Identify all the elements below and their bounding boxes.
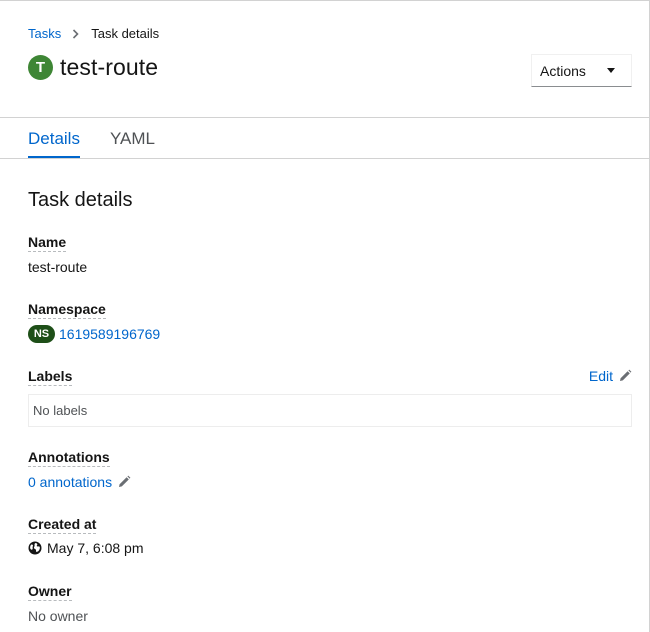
name-label: Name [28,234,67,252]
globe-icon [28,541,42,555]
created-at-value: May 7, 6:08 pm [28,540,144,556]
breadcrumb-tasks-link[interactable]: Tasks [28,26,61,41]
caret-down-icon [607,68,615,73]
tabs: Details YAML [28,118,185,159]
owner-label: Owner [28,583,72,601]
created-at-label: Created at [28,516,97,534]
annotations-label: Annotations [28,449,110,467]
name-value: test-route [28,259,88,275]
breadcrumb-current: Task details [91,26,160,41]
namespace-link[interactable]: 1619589196769 [59,326,160,342]
tabs-divider [0,158,650,159]
namespace-label: Namespace [28,301,106,319]
namespace-value: NS 1619589196769 [28,325,160,343]
owner-value: No owner [28,608,88,624]
page-header: T test-route [28,54,158,81]
actions-label: Actions [540,62,586,79]
page-title: test-route [60,54,159,80]
tab-yaml[interactable]: YAML [110,118,155,159]
namespace-badge: NS [28,325,55,343]
section-title: Task details [28,189,133,211]
edit-labels-text: Edit [588,368,613,384]
created-at-text: May 7, 6:08 pm [47,540,144,556]
pencil-icon [618,369,632,383]
no-labels-text: No labels [33,403,88,418]
pencil-icon[interactable] [117,475,131,489]
chevron-right-icon [72,28,79,39]
breadcrumb: Tasks Task details [28,26,159,41]
top-border [0,0,650,1]
actions-dropdown-button[interactable]: Actions [531,54,632,87]
labels-label: Labels [28,368,73,386]
labels-box: No labels [28,394,632,427]
tab-details[interactable]: Details [28,118,80,159]
task-resource-badge: T [28,55,53,80]
annotations-value: 0 annotations [28,474,131,490]
annotations-link[interactable]: 0 annotations [28,474,112,490]
edit-labels-button[interactable]: Edit [589,368,632,384]
